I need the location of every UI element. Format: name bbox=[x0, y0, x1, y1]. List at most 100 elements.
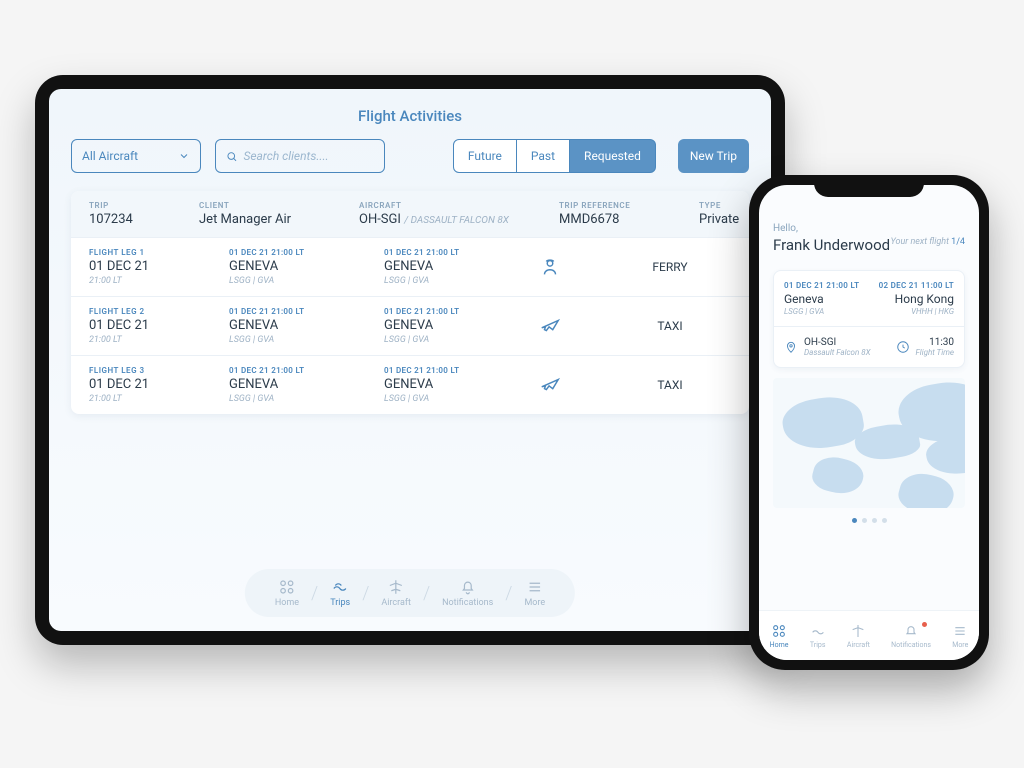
leg-time: 21:00 LT bbox=[89, 335, 229, 345]
greeting-label: Hello, bbox=[773, 223, 965, 234]
plane-icon bbox=[539, 315, 609, 337]
client-label: CLIENT bbox=[199, 201, 359, 210]
nav-trips[interactable]: Trips bbox=[318, 578, 362, 608]
bell-icon bbox=[459, 578, 477, 596]
leg-type: TAXI bbox=[609, 319, 731, 333]
pilot-icon bbox=[539, 256, 609, 278]
leg-arr-city: GENEVA bbox=[384, 318, 539, 333]
tablet-nav: Home / Trips / Aircraft / Notifications … bbox=[245, 569, 575, 617]
dot bbox=[872, 518, 877, 523]
leg-arr-code: LSGG | GVA bbox=[384, 276, 539, 286]
arr-datetime: 02 DEC 21 11:00 LT bbox=[879, 281, 954, 290]
pnav-more-label: More bbox=[952, 641, 968, 649]
flight-leg-row[interactable]: FLIGHT LEG 2 01 DEC 21 21:00 LT 01 DEC 21 2… bbox=[71, 296, 749, 355]
leg-arr-datetime: 01 DEC 21 21:00 LT bbox=[384, 366, 539, 375]
nav-divider: / bbox=[505, 583, 512, 604]
trips-icon bbox=[330, 578, 350, 596]
time-filter-segment: Future Past Requested bbox=[453, 139, 656, 173]
flight-time-label: Flight Time bbox=[916, 348, 954, 357]
leg-dep-datetime: 01 DEC 21 21:00 LT bbox=[229, 307, 384, 316]
nav-divider: / bbox=[311, 583, 318, 604]
arr-city: Hong Kong bbox=[879, 292, 954, 306]
nav-home-label: Home bbox=[275, 598, 299, 608]
trip-id-value: 107234 bbox=[89, 212, 199, 227]
menu-icon bbox=[526, 578, 544, 596]
client-value: Jet Manager Air bbox=[199, 212, 359, 227]
aircraft-icon bbox=[387, 578, 405, 596]
trip-ref-value: MMD6678 bbox=[559, 212, 699, 227]
trip-id-label: TRIP bbox=[89, 201, 199, 210]
phone-device: Hello, Frank Underwood Your next flight … bbox=[749, 175, 989, 670]
leg-arr-datetime: 01 DEC 21 21:00 LT bbox=[384, 248, 539, 257]
trip-card-header: TRIP 107234 CLIENT Jet Manager Air AIRCR… bbox=[71, 191, 749, 237]
next-flight-label: Your next flight 1/4 bbox=[891, 237, 965, 247]
flight-card[interactable]: 01 DEC 21 21:00 LT Geneva LSGG | GVA 02 … bbox=[773, 270, 965, 368]
leg-dep-code: LSGG | GVA bbox=[229, 394, 384, 404]
search-box[interactable] bbox=[215, 139, 385, 173]
pnav-notifications[interactable]: Notifications bbox=[891, 623, 931, 649]
dep-city: Geneva bbox=[784, 292, 859, 306]
phone-screen: Hello, Frank Underwood Your next flight … bbox=[759, 185, 979, 660]
tablet-screen: Flight Activities All Aircraft Future Pa… bbox=[49, 89, 771, 631]
nav-more[interactable]: More bbox=[512, 578, 557, 608]
pnav-home-label: Home bbox=[770, 641, 789, 649]
search-icon bbox=[226, 150, 237, 163]
leg-dep-city: GENEVA bbox=[229, 259, 384, 274]
flight-leg-row[interactable]: FLIGHT LEG 101 DEC 2121:00 LT01 DEC 21 2… bbox=[71, 237, 749, 296]
pnav-notifications-label: Notifications bbox=[891, 641, 931, 649]
dot bbox=[882, 518, 887, 523]
pagination-dots bbox=[773, 518, 965, 523]
trip-type-value: Private bbox=[699, 212, 749, 227]
leg-dep-city: GENEVA bbox=[229, 377, 384, 392]
tablet-device: Flight Activities All Aircraft Future Pa… bbox=[35, 75, 785, 645]
nav-notifications[interactable]: Notifications bbox=[430, 578, 505, 608]
plane-icon bbox=[539, 374, 609, 396]
nav-home[interactable]: Home bbox=[263, 578, 311, 608]
leg-arr-datetime: 01 DEC 21 21:00 LT bbox=[384, 307, 539, 316]
dot bbox=[862, 518, 867, 523]
leg-date: 01 DEC 21 bbox=[89, 377, 229, 392]
aircraft-label: AIRCRAFT bbox=[359, 201, 559, 210]
trip-card: TRIP 107234 CLIENT Jet Manager Air AIRCR… bbox=[71, 191, 749, 414]
leg-time: 21:00 LT bbox=[89, 276, 229, 286]
card-aircraft-model: Dassault Falcon 8X bbox=[804, 348, 870, 357]
aircraft-filter-label: All Aircraft bbox=[82, 149, 138, 163]
aircraft-filter-select[interactable]: All Aircraft bbox=[71, 139, 201, 173]
card-aircraft: OH-SGI bbox=[804, 337, 870, 348]
new-trip-button[interactable]: New Trip bbox=[678, 139, 749, 173]
pnav-aircraft-label: Aircraft bbox=[847, 641, 870, 649]
aircraft-icon bbox=[850, 623, 866, 639]
dep-datetime: 01 DEC 21 21:00 LT bbox=[784, 281, 859, 290]
flight-time-value: 11:30 bbox=[916, 337, 954, 348]
pnav-more[interactable]: More bbox=[952, 623, 968, 649]
clock-plane-icon bbox=[896, 340, 910, 354]
flight-leg-row[interactable]: FLIGHT LEG 3 01 DEC 21 21:00 LT 01 DEC 21 2… bbox=[71, 355, 749, 414]
leg-label: FLIGHT LEG 2 bbox=[89, 307, 229, 316]
route-map[interactable] bbox=[773, 378, 965, 508]
nav-aircraft[interactable]: Aircraft bbox=[369, 578, 423, 608]
filter-past-button[interactable]: Past bbox=[517, 139, 570, 173]
leg-dep-datetime: 01 DEC 21 21:00 LT bbox=[229, 248, 384, 257]
pnav-aircraft[interactable]: Aircraft bbox=[847, 623, 870, 649]
search-input[interactable] bbox=[243, 149, 374, 163]
nav-aircraft-label: Aircraft bbox=[381, 598, 411, 608]
phone-notch bbox=[814, 175, 924, 197]
leg-dep-code: LSGG | GVA bbox=[229, 335, 384, 345]
leg-time: 21:00 LT bbox=[89, 394, 229, 404]
filter-future-button[interactable]: Future bbox=[453, 139, 517, 173]
phone-nav: Home Trips Aircraft Notifications More bbox=[759, 610, 979, 660]
leg-date: 01 DEC 21 bbox=[89, 318, 229, 333]
pnav-trips[interactable]: Trips bbox=[810, 623, 826, 649]
nav-notifications-label: Notifications bbox=[442, 598, 493, 608]
nav-more-label: More bbox=[524, 598, 545, 608]
filter-requested-button[interactable]: Requested bbox=[570, 139, 656, 173]
leg-label: FLIGHT LEG 3 bbox=[89, 366, 229, 375]
trip-ref-label: TRIP REFERENCE bbox=[559, 201, 699, 210]
nav-divider: / bbox=[362, 583, 369, 604]
aircraft-value: OH-SGI / DASSAULT FALCON 8X bbox=[359, 212, 559, 227]
leg-type: FERRY bbox=[609, 260, 731, 274]
trip-type-label: TYPE bbox=[699, 201, 749, 210]
nav-divider: / bbox=[423, 583, 430, 604]
pnav-home[interactable]: Home bbox=[770, 623, 789, 649]
dep-code: LSGG | GVA bbox=[784, 307, 859, 316]
